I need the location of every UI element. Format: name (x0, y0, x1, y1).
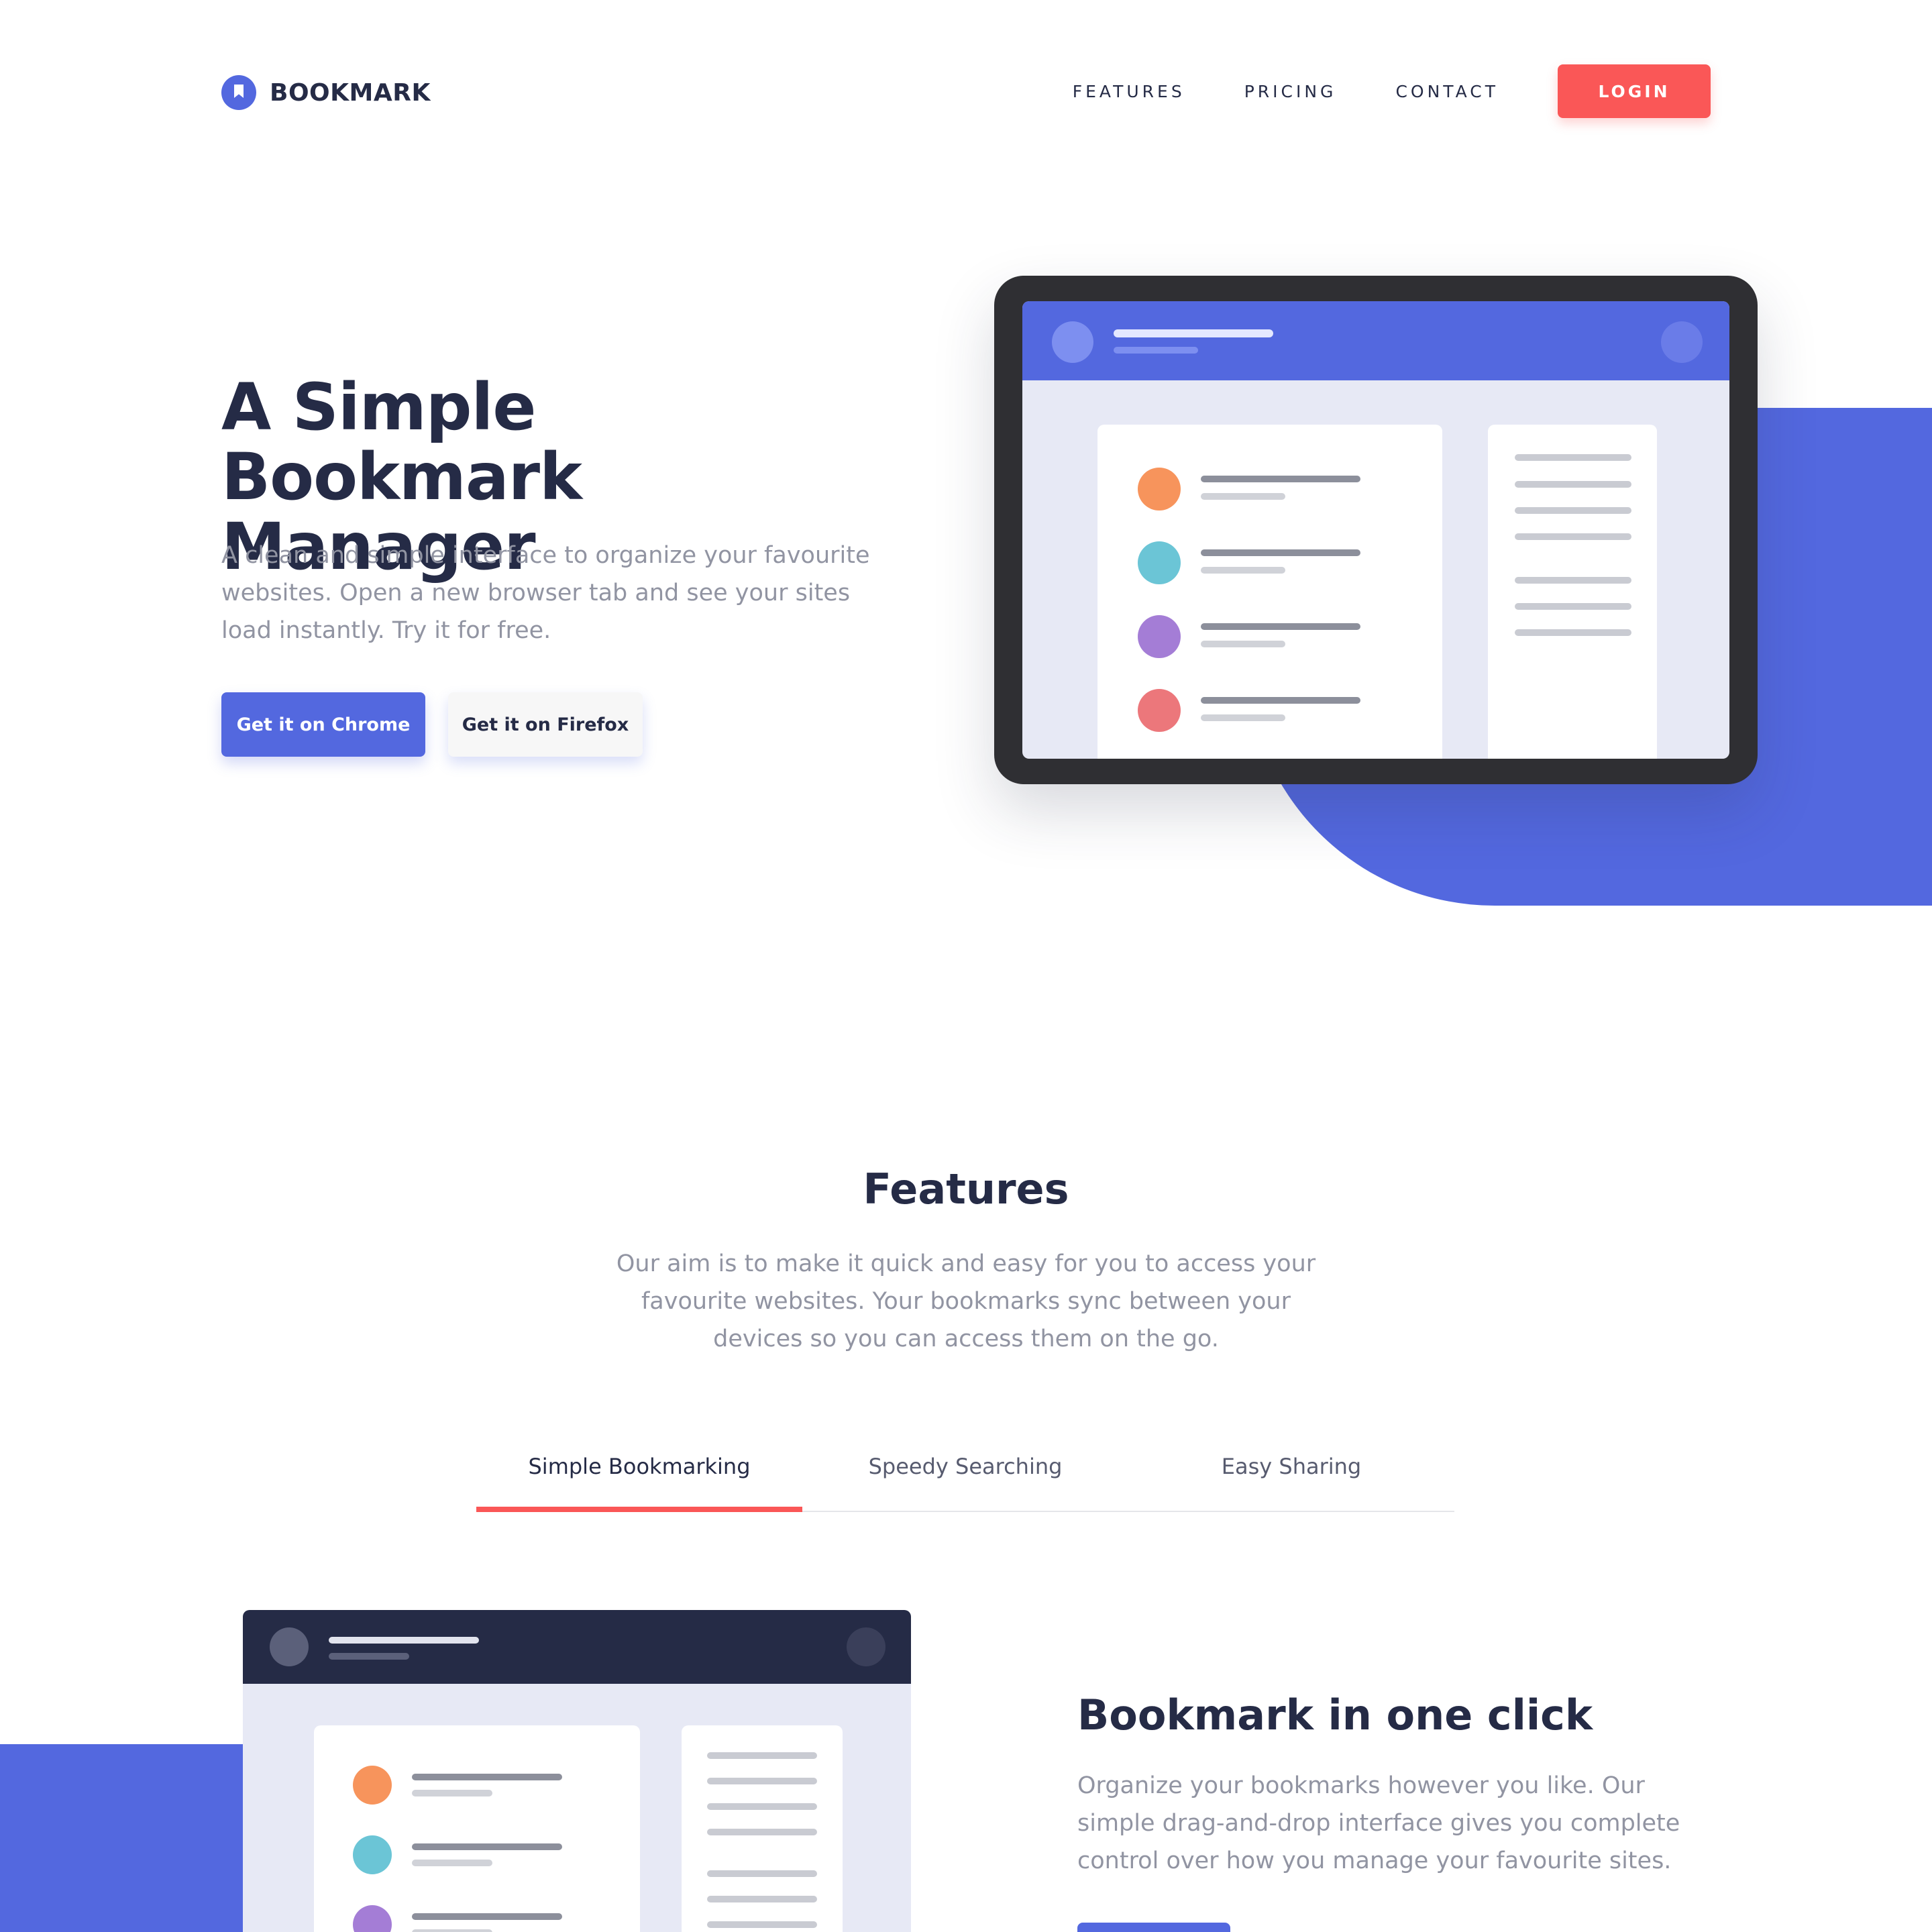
more-info-button[interactable] (1077, 1923, 1230, 1932)
placeholder-line (1515, 533, 1631, 540)
placeholder-line (1201, 567, 1285, 574)
placeholder-line (412, 1913, 562, 1920)
placeholder-line (1515, 507, 1631, 514)
bookmark-row (353, 1766, 608, 1805)
placeholder-line (1515, 481, 1631, 488)
bookmark-row (1138, 541, 1406, 584)
browser-app-bar (243, 1610, 911, 1684)
browser-illustration (243, 1610, 911, 1932)
placeholder-line (1114, 329, 1273, 337)
placeholder-line (707, 1921, 817, 1928)
main-nav: FEATURES PRICING CONTACT LOGIN (1073, 64, 1711, 118)
placeholder-line (1201, 641, 1285, 647)
bookmark-row (1138, 689, 1406, 732)
bookmark-dot (353, 1766, 392, 1805)
placeholder-line (412, 1774, 562, 1780)
nav-pricing[interactable]: PRICING (1244, 82, 1337, 101)
nav-features[interactable]: FEATURES (1073, 82, 1185, 101)
placeholder-line (1201, 549, 1360, 556)
placeholder-line (412, 1929, 492, 1932)
placeholder-line (412, 1790, 492, 1796)
placeholder-line (1201, 493, 1285, 500)
placeholder-line (329, 1637, 479, 1644)
folder-list-card (682, 1725, 843, 1932)
placeholder-line (707, 1778, 817, 1784)
tab-easy-sharing[interactable]: Easy Sharing (1128, 1422, 1454, 1511)
menu-placeholder (1661, 321, 1703, 363)
tablet-screen (1022, 301, 1729, 759)
features-title: Features (863, 1165, 1069, 1214)
bookmark-dot (1138, 689, 1181, 732)
placeholder-line (412, 1860, 492, 1866)
placeholder-line (707, 1870, 817, 1877)
bookmark-row (353, 1835, 608, 1874)
placeholder-line (329, 1653, 409, 1660)
placeholder-line (1201, 623, 1360, 630)
bookmark-list-card (1097, 425, 1442, 759)
bookmark-dot (1138, 615, 1181, 658)
nav-contact[interactable]: CONTACT (1395, 82, 1499, 101)
placeholder-line (1201, 697, 1360, 704)
tablet-app-bar (1022, 301, 1729, 380)
placeholder-line (1515, 577, 1631, 584)
placeholder-line (1114, 347, 1198, 354)
avatar-placeholder (1052, 321, 1093, 363)
hero-description: A clean and simple interface to organize… (221, 542, 870, 644)
login-button[interactable]: LOGIN (1558, 64, 1711, 118)
feature-panel-description: Organize your bookmarks however you like… (1077, 1772, 1680, 1874)
folder-list-card (1488, 425, 1657, 759)
placeholder-line (1515, 629, 1631, 636)
placeholder-line (1515, 454, 1631, 461)
feature-panel-title: Bookmark in one click (1077, 1690, 1593, 1739)
placeholder-line (412, 1843, 562, 1850)
placeholder-line (1515, 603, 1631, 610)
logo-text: BOOKMARK (270, 78, 431, 107)
bookmark-dot (353, 1905, 392, 1932)
menu-placeholder (847, 1627, 885, 1666)
avatar-placeholder (270, 1627, 309, 1666)
bookmark-row (353, 1905, 608, 1932)
logo[interactable]: BOOKMARK (221, 75, 431, 110)
placeholder-line (1201, 476, 1360, 482)
bookmark-dot (353, 1835, 392, 1874)
placeholder-line (1201, 714, 1285, 721)
bookmark-list-card (314, 1725, 640, 1932)
get-firefox-button[interactable]: Get it on Firefox (448, 692, 643, 757)
tab-simple-bookmarking[interactable]: Simple Bookmarking (476, 1422, 802, 1512)
bookmark-icon (221, 75, 256, 110)
placeholder-line (707, 1829, 817, 1835)
get-chrome-button[interactable]: Get it on Chrome (221, 692, 425, 757)
bookmark-dot (1138, 541, 1181, 584)
bookmark-row (1138, 615, 1406, 658)
tablet-illustration (994, 276, 1758, 784)
placeholder-line (707, 1803, 817, 1810)
features-description: Our aim is to make it quick and easy for… (616, 1250, 1316, 1352)
features-tabs: Simple Bookmarking Speedy Searching Easy… (476, 1422, 1454, 1512)
placeholder-line (707, 1752, 817, 1759)
placeholder-line (707, 1896, 817, 1902)
bookmark-dot (1138, 468, 1181, 511)
bookmark-row (1138, 468, 1406, 511)
tab-speedy-searching[interactable]: Speedy Searching (802, 1422, 1128, 1511)
